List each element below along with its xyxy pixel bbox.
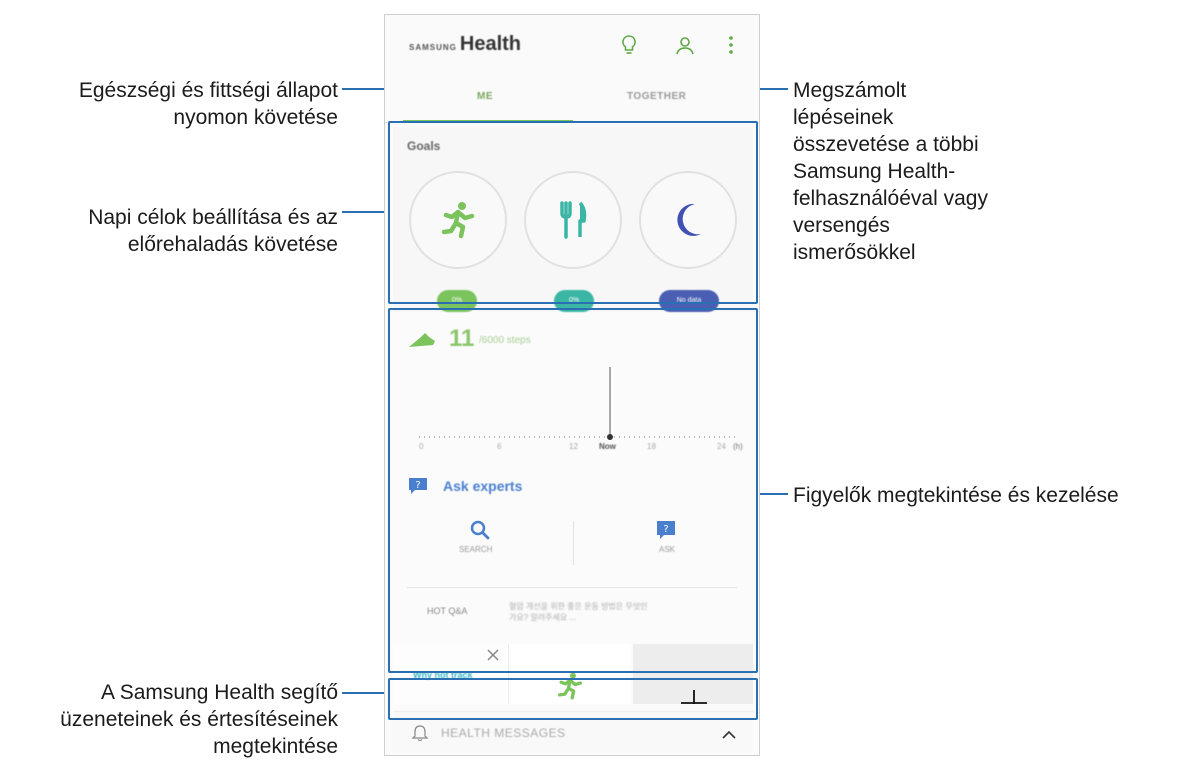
axis-tick-24: 24 bbox=[717, 442, 726, 451]
brand-small: SAMSUNG bbox=[409, 43, 457, 52]
steps-count: 11 bbox=[449, 325, 475, 352]
callout-together-tab: Megszámolt lépéseinek összevetése a több… bbox=[793, 79, 988, 264]
search-button-label[interactable]: SEARCH bbox=[459, 545, 492, 554]
phone-screen: SAMSUNG Health ME TOGETHER Goals 0% 0% N… bbox=[384, 14, 760, 756]
callout-messages: A Samsung Health segítő üzeneteinek és é… bbox=[60, 681, 338, 758]
goal-sleep-ring[interactable] bbox=[639, 171, 737, 269]
brand-title: Health bbox=[459, 33, 522, 55]
goal-activity-ring[interactable] bbox=[409, 171, 507, 269]
axis-tick-18: 18 bbox=[647, 442, 656, 451]
health-messages-bar[interactable]: HEALTH MESSAGES bbox=[393, 711, 753, 753]
goal-food-badge: 0% bbox=[554, 290, 594, 312]
hot-qa-label: HOT Q&A bbox=[427, 606, 468, 616]
app-bar: SAMSUNG Health bbox=[385, 15, 759, 79]
goal-food-ring[interactable] bbox=[524, 171, 622, 269]
steps-tracker-card[interactable]: 11 /6000 steps 0 6 12 Now 18 24 (h) bbox=[393, 317, 753, 452]
search-icon[interactable] bbox=[469, 519, 491, 541]
promo-tile-exercise[interactable] bbox=[511, 644, 631, 704]
steps-goal: /6000 steps bbox=[479, 335, 531, 346]
leader-line-goals bbox=[342, 211, 386, 213]
running-icon bbox=[441, 202, 475, 239]
axis-tick-0: 0 bbox=[419, 442, 424, 451]
health-messages-label: HEALTH MESSAGES bbox=[441, 726, 566, 740]
tab-together[interactable]: TOGETHER bbox=[627, 91, 686, 102]
chevron-up-icon[interactable] bbox=[721, 729, 737, 739]
app-logo: SAMSUNG Health bbox=[409, 33, 521, 56]
hot-qa-text[interactable]: 혈압 개선을 위한 좋은 운동 방법은 무엇인가요? 알려주세요 ... bbox=[509, 601, 649, 623]
promo-tile-image[interactable] bbox=[633, 644, 753, 704]
promo-tile-track[interactable]: Why not track bbox=[393, 644, 509, 704]
tab-selected-indicator bbox=[403, 120, 573, 123]
experts-divider bbox=[573, 521, 574, 565]
axis-tick-6: 6 bbox=[497, 442, 502, 451]
ask-experts-card: ? Ask experts SEARCH ? ASK HOT Q&A 혈압 개선… bbox=[393, 461, 753, 647]
leader-line-messages bbox=[342, 692, 386, 694]
callout-goals: Napi célok beállítása és az előrehaladás… bbox=[88, 206, 338, 256]
promo-text: Why not track bbox=[413, 670, 473, 680]
leader-line-trackers bbox=[758, 493, 788, 495]
goal-sleep-badge: No data bbox=[659, 290, 719, 312]
lightbulb-icon[interactable] bbox=[617, 33, 641, 57]
svg-text:?: ? bbox=[415, 480, 420, 491]
tab-bar: ME TOGETHER bbox=[385, 79, 759, 123]
moon-icon bbox=[677, 203, 701, 236]
ask-question-icon[interactable]: ? bbox=[655, 519, 677, 541]
axis-unit: (h) bbox=[733, 442, 743, 451]
callout-me-tab: Egészségi és fittségi állapot nyomon köv… bbox=[78, 79, 338, 129]
pin-icon bbox=[681, 690, 707, 704]
goals-card: Goals 0% 0% No data bbox=[393, 127, 753, 312]
goals-title: Goals bbox=[407, 139, 441, 153]
bell-icon bbox=[411, 725, 429, 742]
account-icon[interactable] bbox=[673, 33, 697, 57]
question-bubble-icon: ? bbox=[409, 478, 427, 494]
more-vert-icon[interactable] bbox=[719, 33, 743, 57]
shoe-icon bbox=[409, 333, 435, 347]
svg-text:?: ? bbox=[663, 524, 668, 535]
fork-knife-icon bbox=[560, 201, 587, 239]
tab-me[interactable]: ME bbox=[477, 91, 493, 102]
callout-trackers: Figyelők megtekintése és kezelése bbox=[793, 484, 1119, 507]
running-icon bbox=[558, 672, 582, 700]
ask-button-label[interactable]: ASK bbox=[659, 545, 675, 554]
axis-tick-12: 12 bbox=[569, 442, 578, 451]
axis-tick-now: Now bbox=[599, 442, 616, 451]
steps-timeline-chart bbox=[419, 367, 735, 440]
goal-activity-badge: 0% bbox=[437, 290, 477, 312]
ask-experts-title[interactable]: Ask experts bbox=[443, 478, 522, 494]
experts-separator bbox=[407, 587, 737, 588]
close-icon[interactable] bbox=[486, 648, 500, 662]
